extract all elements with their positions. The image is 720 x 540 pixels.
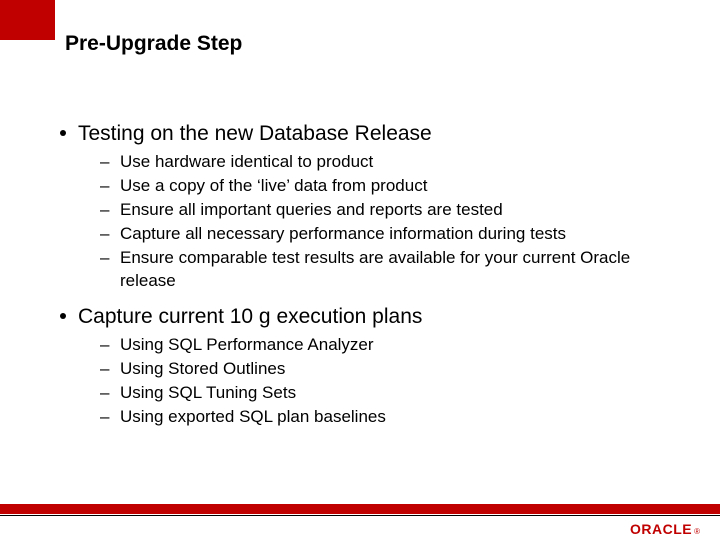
- footer-red-bar: [0, 504, 720, 514]
- sub-item: – Ensure all important queries and repor…: [100, 199, 680, 222]
- slide: Pre-Upgrade Step Testing on the new Data…: [0, 0, 720, 540]
- sub-text: Using Stored Outlines: [120, 358, 285, 381]
- oracle-logo-text: ORACLE: [630, 521, 692, 537]
- bullet-text: Testing on the new Database Release: [78, 120, 432, 147]
- dash-icon: –: [100, 199, 110, 222]
- sub-item: – Capture all necessary performance info…: [100, 223, 680, 246]
- dash-icon: –: [100, 382, 110, 405]
- bullet-item: Testing on the new Database Release: [60, 120, 680, 147]
- sub-text: Using SQL Performance Analyzer: [120, 334, 374, 357]
- sub-text: Using exported SQL plan baselines: [120, 406, 386, 429]
- sub-item: – Using SQL Tuning Sets: [100, 382, 680, 405]
- footer-divider: [0, 515, 720, 516]
- sub-text: Ensure comparable test results are avail…: [120, 247, 680, 293]
- sub-item: – Ensure comparable test results are ava…: [100, 247, 680, 293]
- dash-icon: –: [100, 223, 110, 246]
- oracle-reg-mark: ®: [694, 527, 700, 536]
- footer: ORACLE®: [0, 500, 720, 540]
- bullet-item: Capture current 10 g execution plans: [60, 303, 680, 330]
- sub-item: – Using SQL Performance Analyzer: [100, 334, 680, 357]
- dash-icon: –: [100, 247, 110, 270]
- sub-text: Use a copy of the ‘live’ data from produ…: [120, 175, 427, 198]
- sub-list: – Using SQL Performance Analyzer – Using…: [100, 334, 680, 429]
- slide-title: Pre-Upgrade Step: [65, 32, 242, 56]
- sub-item: – Using Stored Outlines: [100, 358, 680, 381]
- dash-icon: –: [100, 406, 110, 429]
- header-red-block: [0, 0, 55, 40]
- bullet-dot-icon: [60, 130, 66, 136]
- sub-text: Using SQL Tuning Sets: [120, 382, 296, 405]
- content-area: Testing on the new Database Release – Us…: [60, 120, 680, 439]
- sub-text: Use hardware identical to product: [120, 151, 373, 174]
- bullet-dot-icon: [60, 313, 66, 319]
- sub-list: – Use hardware identical to product – Us…: [100, 151, 680, 293]
- dash-icon: –: [100, 334, 110, 357]
- dash-icon: –: [100, 151, 110, 174]
- sub-item: – Use a copy of the ‘live’ data from pro…: [100, 175, 680, 198]
- sub-text: Ensure all important queries and reports…: [120, 199, 503, 222]
- bullet-text: Capture current 10 g execution plans: [78, 303, 422, 330]
- oracle-logo: ORACLE®: [630, 521, 700, 537]
- sub-item: – Use hardware identical to product: [100, 151, 680, 174]
- dash-icon: –: [100, 358, 110, 381]
- dash-icon: –: [100, 175, 110, 198]
- sub-text: Capture all necessary performance inform…: [120, 223, 566, 246]
- sub-item: – Using exported SQL plan baselines: [100, 406, 680, 429]
